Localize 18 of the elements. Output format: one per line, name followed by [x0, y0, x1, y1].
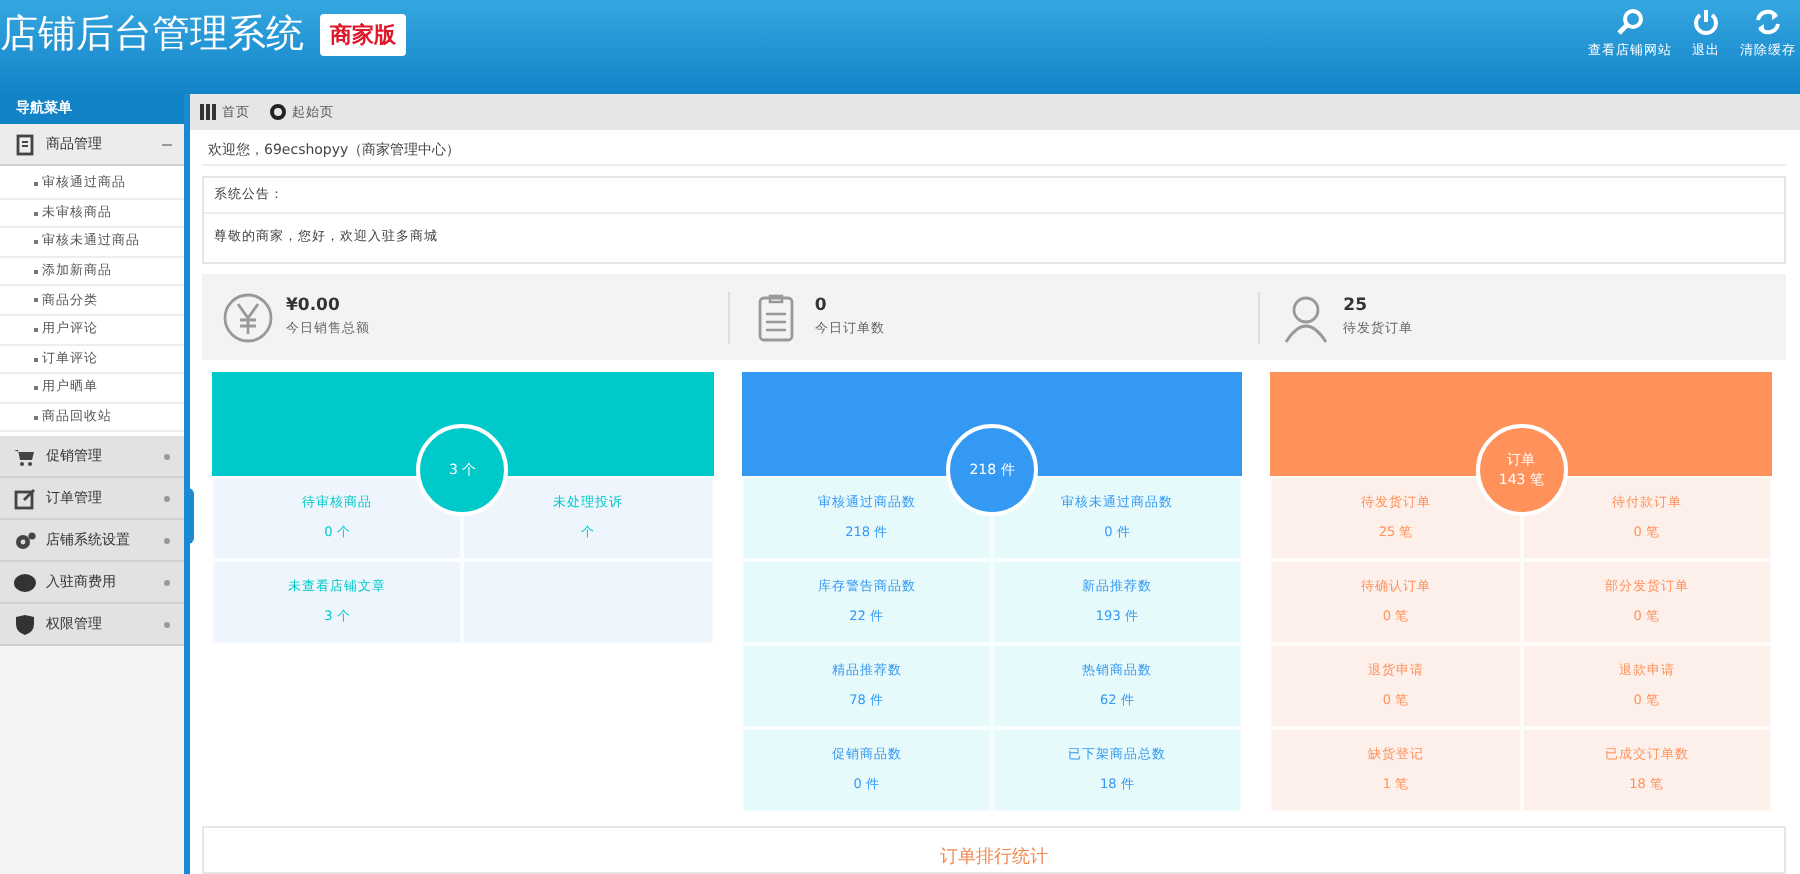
expand-icon [162, 619, 172, 630]
expand-icon [162, 577, 172, 588]
power-icon [1692, 8, 1720, 36]
edition-badge: 商家版 [320, 13, 406, 55]
stat-value: ¥0.00 [286, 296, 342, 316]
expand-icon [162, 451, 172, 462]
circle-icon [270, 104, 286, 120]
expand-icon [162, 493, 172, 504]
search-icon [1616, 8, 1644, 36]
user-icon [1279, 291, 1332, 343]
yen-icon [222, 291, 274, 343]
grid-icon [200, 104, 216, 120]
stat-value: 25 [1343, 296, 1369, 316]
expand-icon [162, 535, 172, 546]
ranking-title: 订单排行统计 [940, 845, 1048, 872]
stat-value: 0 [814, 296, 829, 316]
refresh-icon [1754, 8, 1782, 36]
app-title: 店铺后台管理系统 [0, 10, 304, 60]
